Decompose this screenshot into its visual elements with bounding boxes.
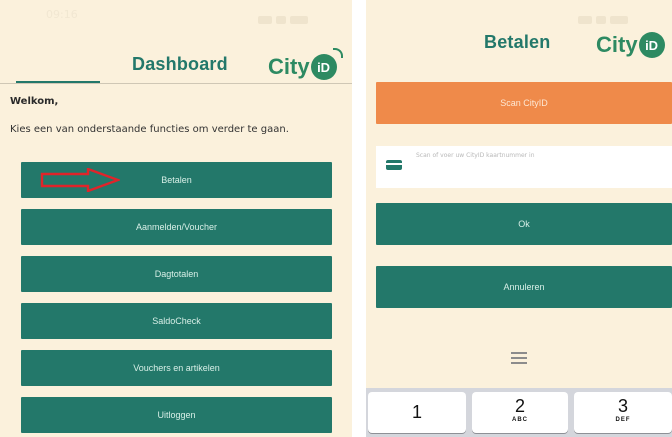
saldocheck-button[interactable]: SaldoCheck: [21, 303, 332, 339]
key-2-number: 2: [514, 396, 525, 416]
status-bar: 09:16: [0, 0, 352, 30]
numeric-keyboard: 1 2 ABC 3 DEF: [366, 388, 672, 437]
dagtotalen-button[interactable]: Dagtotalen: [21, 256, 332, 292]
wifi-icon: [332, 48, 343, 58]
red-arrow-annotation-icon: [40, 168, 120, 192]
logo-text: City: [268, 54, 310, 79]
status-icons: [258, 9, 318, 24]
status-time: 09:16: [46, 8, 78, 21]
annuleren-button[interactable]: Annuleren: [376, 266, 672, 308]
vouchers-artikelen-label: Vouchers en artikelen: [133, 363, 220, 373]
key-2-letters: ABC: [512, 417, 528, 423]
intro-text: Kies een van onderstaande functies om ve…: [10, 124, 289, 135]
card-number-placeholder: Scan of voer uw CityID kaartnummer in: [416, 152, 535, 159]
betalen-screen: Betalen City iD Scan CityID Scan of voer…: [366, 0, 672, 437]
key-1[interactable]: 1: [368, 392, 466, 433]
key-3-number: 3: [617, 396, 628, 416]
hamburger-menu-icon[interactable]: [511, 352, 527, 364]
betalen-title: Betalen: [484, 32, 551, 52]
logo-text-right: City: [596, 32, 638, 57]
logo-badge-text-right: iD: [645, 37, 659, 53]
key-3-letters: DEF: [615, 417, 631, 423]
dashboard-screen: 09:16 Dashboard City iD Welkom, Kies een…: [0, 0, 352, 437]
uitloggen-label: Uitloggen: [157, 410, 196, 420]
logo-badge: iD: [310, 48, 343, 80]
ok-button[interactable]: Ok: [376, 203, 672, 245]
aanmelden-voucher-button[interactable]: Aanmelden/Voucher: [21, 209, 332, 245]
scan-cityid-label: Scan CityID: [500, 98, 548, 108]
annuleren-label: Annuleren: [503, 282, 545, 292]
card-number-input[interactable]: Scan of voer uw CityID kaartnummer in: [376, 146, 672, 188]
ok-label: Ok: [518, 219, 530, 229]
vouchers-artikelen-button[interactable]: Vouchers en artikelen: [21, 350, 332, 386]
dagtotalen-label: Dagtotalen: [154, 269, 199, 279]
uitloggen-button[interactable]: Uitloggen: [21, 397, 332, 433]
welcome-text: Welkom,: [10, 96, 59, 107]
status-icons-right: [578, 9, 638, 24]
credit-card-icon: [386, 160, 402, 170]
aanmelden-voucher-label: Aanmelden/Voucher: [135, 222, 218, 232]
key-1-number: 1: [411, 402, 422, 422]
status-bar-right: [366, 0, 672, 30]
logo-badge-text: iD: [317, 59, 331, 75]
scan-cityid-button[interactable]: Scan CityID: [376, 82, 672, 124]
page-title: Dashboard: [132, 54, 228, 74]
betalen-label: Betalen: [161, 175, 192, 185]
cityid-logo-right: City iD: [596, 32, 665, 58]
cityid-logo: City iD: [268, 48, 343, 80]
logo-badge-right: iD: [638, 32, 665, 58]
saldocheck-label: SaldoCheck: [152, 316, 201, 326]
key-3[interactable]: 3 DEF: [574, 392, 672, 433]
key-2[interactable]: 2 ABC: [472, 392, 568, 433]
header-divider: [0, 83, 352, 84]
